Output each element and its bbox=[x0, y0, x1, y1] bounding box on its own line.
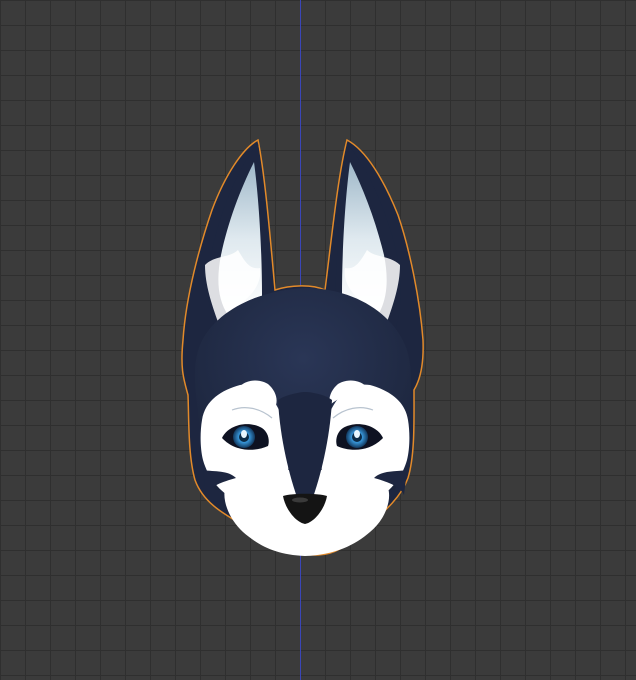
3d-viewport[interactable] bbox=[0, 0, 636, 680]
fox-mask-model[interactable] bbox=[0, 0, 636, 680]
nose-highlight bbox=[292, 497, 308, 503]
